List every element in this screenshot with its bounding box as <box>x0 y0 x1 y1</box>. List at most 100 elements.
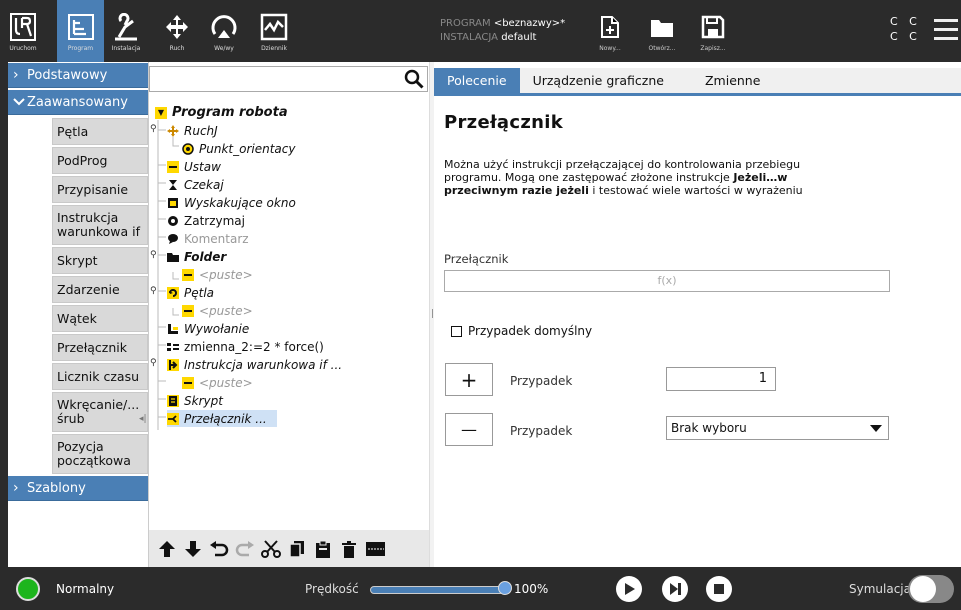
nav-installation-label: Instalacja <box>111 45 141 52</box>
stop-hand-icon <box>167 215 179 227</box>
add-case-button[interactable]: + <box>445 363 493 396</box>
copy-icon[interactable] <box>287 539 307 559</box>
pin-icon[interactable]: ⚲ <box>150 358 157 368</box>
cmd-timer[interactable]: Licznik czasu <box>52 363 148 390</box>
nav-io[interactable]: We/wy <box>205 0 243 62</box>
pin-icon[interactable]: ⚲ <box>150 250 157 260</box>
default-case-label: Przypadek domyślny <box>468 324 593 338</box>
nav-installation[interactable]: Instalacja <box>104 0 148 62</box>
tree-node-empty[interactable]: <puste> <box>182 374 253 391</box>
suppress-icon[interactable] <box>365 539 385 559</box>
tab-graphics[interactable]: Urządzenie graficzne <box>520 68 677 93</box>
move-small-icon <box>167 124 179 137</box>
checkbox-box <box>451 325 462 337</box>
top-bar: Uruchom Program Instalacja Ruch We/wy Dz… <box>0 0 961 62</box>
nav-run[interactable]: Uruchom <box>0 0 46 62</box>
tab-command[interactable]: Polecenie <box>434 68 520 93</box>
tree-node-waypoint[interactable]: Punkt_orientacy <box>182 140 295 157</box>
case-label: Przypadek <box>510 374 573 388</box>
play-icon <box>625 583 635 595</box>
tab-bar: Polecenie Urządzenie graficzne Zmienne <box>434 68 961 96</box>
cmd-event[interactable]: Zdarzenie <box>52 276 148 303</box>
speed-value: 100% <box>514 582 549 596</box>
command-sidebar: › Podstawowy Zaawansowany Pętla PodProg … <box>8 62 149 567</box>
speed-label: Prędkość <box>305 582 359 596</box>
stop-button[interactable] <box>706 576 732 602</box>
cmd-thread[interactable]: Wątek <box>52 305 148 332</box>
redo-icon[interactable] <box>235 539 255 559</box>
tree-node-comment[interactable]: Komentarz <box>167 230 249 247</box>
cmd-script[interactable]: Skrypt <box>52 247 148 274</box>
section-templates[interactable]: › Szablony <box>8 476 148 501</box>
cmd-subprogram[interactable]: PodProg <box>52 147 148 174</box>
paste-icon[interactable] <box>313 539 333 559</box>
tree-node-popup[interactable]: Wyskakujące okno <box>167 194 296 211</box>
delete-icon[interactable] <box>339 539 359 559</box>
tree-node-set[interactable]: Ustaw <box>167 158 221 175</box>
description: Można użyć instrukcji przełączającej do … <box>444 158 844 197</box>
program-icon <box>65 12 97 42</box>
tree-node-wait[interactable]: Czekaj <box>167 176 224 193</box>
case-value-input[interactable]: 1 <box>666 367 776 391</box>
move-up-icon[interactable] <box>157 539 177 559</box>
cmd-if[interactable]: Instrukcja warunkowa if <box>52 205 148 245</box>
undo-icon[interactable] <box>209 539 229 559</box>
switch-expression-field[interactable]: f(x) <box>444 270 890 292</box>
tree-node-script[interactable]: Skrypt <box>167 392 223 409</box>
nav-log[interactable]: Dziennik <box>254 0 294 62</box>
cmd-home[interactable]: Pozycja początkowa <box>52 434 148 474</box>
tab-variables[interactable]: Zmienne <box>677 68 773 93</box>
tree-node-loop[interactable]: Pętla <box>167 284 214 301</box>
nav-move[interactable]: Ruch <box>160 0 194 62</box>
cmd-loop[interactable]: Pętla <box>52 118 148 145</box>
installation-icon <box>110 12 142 42</box>
tree-node-switch[interactable]: Przełącznik ... <box>167 410 277 427</box>
empty-slot-icon <box>182 376 194 389</box>
tree-node-halt[interactable]: Zatrzymaj <box>167 212 245 229</box>
tree-node-if[interactable]: Instrukcja warunkowa if ... <box>167 356 342 373</box>
default-case-checkbox[interactable]: Przypadek domyślny <box>451 324 592 338</box>
search-input[interactable] <box>149 66 428 92</box>
dropdown-arrow-icon <box>870 425 882 432</box>
tree-node-root[interactable]: ▼ Program robota <box>155 104 288 121</box>
cmd-assignment[interactable]: Przypisanie <box>52 176 148 203</box>
play-button[interactable] <box>616 576 642 602</box>
tree-node-call[interactable]: Wywołanie <box>167 320 249 337</box>
nav-program[interactable]: Program <box>57 0 104 62</box>
cmd-switch[interactable]: Przełącznik <box>52 334 148 361</box>
tree-node-movej[interactable]: RuchJ <box>167 122 218 139</box>
folder-icon <box>646 12 678 42</box>
hamburger-menu-icon[interactable] <box>934 19 958 41</box>
speed-slider[interactable] <box>370 586 504 594</box>
open-program-button[interactable]: Otwórz... <box>644 0 680 62</box>
cut-icon[interactable] <box>261 539 281 559</box>
cmd-screwdriving[interactable]: Wkręcanie/... śrub <box>52 392 148 432</box>
remove-case-button[interactable]: — <box>445 413 493 446</box>
new-program-button[interactable]: Nowy... <box>595 0 625 62</box>
installation-name: default <box>501 32 537 43</box>
section-basic[interactable]: › Podstawowy <box>8 63 148 88</box>
simulation-toggle-knob[interactable] <box>910 576 936 602</box>
tree-node-empty[interactable]: <puste> <box>182 266 253 283</box>
status-indicator-icon[interactable] <box>16 577 40 601</box>
installation-key: INSTALACJA <box>440 32 499 43</box>
tree-node-assignment[interactable]: zmienna_2:=2 * force() <box>167 338 324 355</box>
tree-node-empty[interactable]: <puste> <box>182 302 253 319</box>
hourglass-icon <box>167 179 179 191</box>
popup-icon <box>167 197 179 209</box>
section-advanced[interactable]: Zaawansowany <box>8 90 148 115</box>
ur-logo-icon <box>7 12 39 42</box>
tree-node-folder[interactable]: Folder <box>167 248 226 265</box>
case-label: Przypadek <box>510 424 573 438</box>
collapse-handle-icon[interactable]: ◂| <box>139 414 147 424</box>
speed-slider-handle[interactable] <box>498 581 512 595</box>
step-button[interactable] <box>662 576 688 602</box>
pin-icon[interactable]: ⚲ <box>150 124 157 134</box>
search-icon[interactable] <box>403 68 425 90</box>
pin-icon[interactable]: ⚲ <box>150 286 157 296</box>
move-down-icon[interactable] <box>183 539 203 559</box>
save-program-button[interactable]: Zapisz... <box>695 0 731 62</box>
case-select-dropdown[interactable]: Brak wyboru <box>666 416 889 440</box>
nav-io-label: We/wy <box>214 45 234 52</box>
nav-log-label: Dziennik <box>261 45 287 52</box>
